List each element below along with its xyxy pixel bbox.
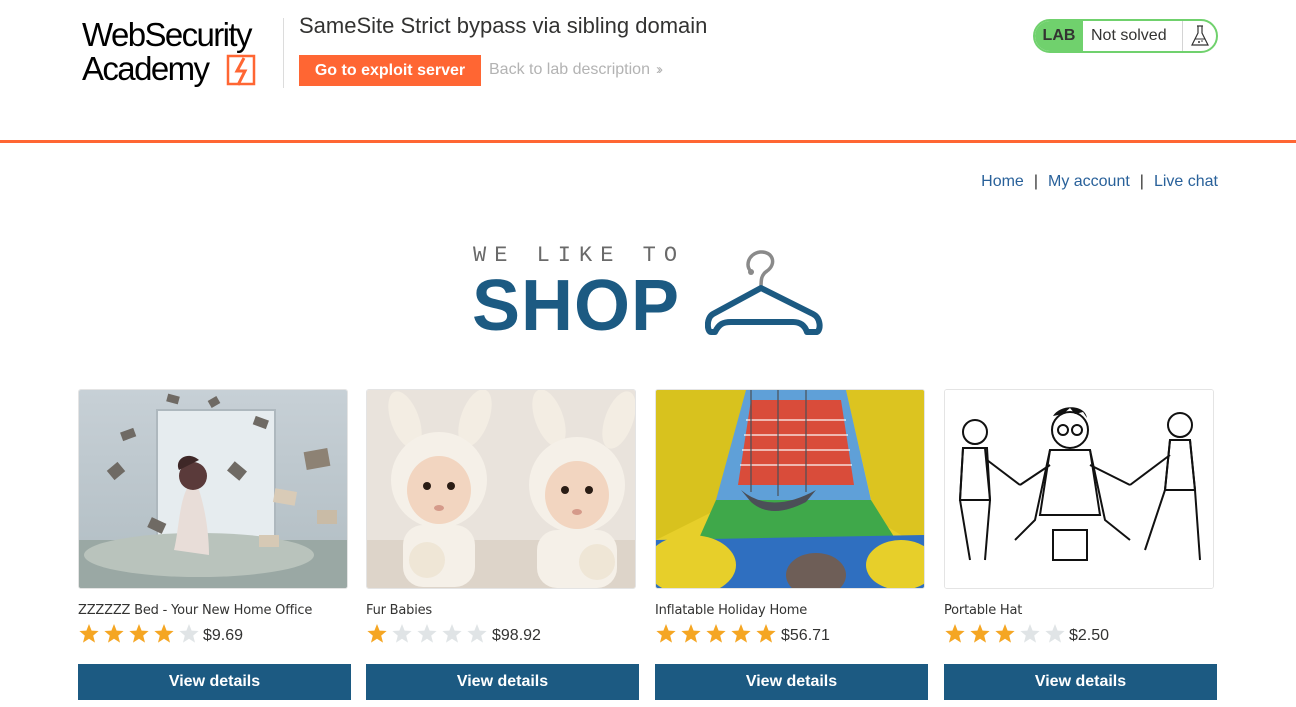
product-card: Portable Hat $2.50 View details <box>944 389 1217 700</box>
star-rating <box>944 623 1069 645</box>
star-filled-icon <box>994 623 1016 645</box>
double-chevron-right-icon: ›› <box>655 61 663 78</box>
lightning-bolt-icon <box>226 54 256 86</box>
star-filled-icon <box>730 623 752 645</box>
academy-header: WebSecurity Academy SameSite Strict bypa… <box>0 0 1296 143</box>
product-image <box>655 389 925 589</box>
lab-status-text: Not solved <box>1091 27 1167 44</box>
star-empty-icon <box>391 623 413 645</box>
star-rating <box>366 623 491 645</box>
cartoon-men-pulling-image <box>945 390 1213 588</box>
star-filled-icon <box>944 623 966 645</box>
product-card: Fur Babies $98.92 View details <box>366 389 639 700</box>
star-filled-icon <box>153 623 175 645</box>
header-divider <box>283 18 284 88</box>
product-image <box>944 389 1214 589</box>
go-to-exploit-server-button[interactable]: Go to exploit server <box>299 55 481 86</box>
view-details-button[interactable]: View details <box>655 664 928 700</box>
star-filled-icon <box>366 623 388 645</box>
web-security-academy-logo[interactable]: WebSecurity Academy <box>80 16 280 92</box>
view-details-button[interactable]: View details <box>944 664 1217 700</box>
flask-icon <box>1191 25 1209 46</box>
product-card: ZZZZZZ Bed - Your New Home Office $9.69 … <box>78 389 351 700</box>
product-price: $56.71 <box>781 627 830 644</box>
product-rating: $2.50 <box>944 623 1217 647</box>
star-filled-icon <box>128 623 150 645</box>
product-image <box>78 389 348 589</box>
star-empty-icon <box>178 623 200 645</box>
back-to-lab-description-link[interactable]: Back to lab description ›› <box>489 61 663 79</box>
view-details-button[interactable]: View details <box>78 664 351 700</box>
banner-tagline: WE LIKE TO <box>473 243 686 268</box>
coat-hanger-icon <box>705 250 823 335</box>
back-link-label: Back to lab description <box>489 61 650 78</box>
star-rating <box>655 623 780 645</box>
product-rating: $98.92 <box>366 623 639 647</box>
product-rating: $56.71 <box>655 623 928 647</box>
star-filled-icon <box>755 623 777 645</box>
star-empty-icon <box>1044 623 1066 645</box>
product-name: Inflatable Holiday Home <box>655 603 808 618</box>
nav-separator: | <box>1033 173 1038 190</box>
flask-icon-container <box>1182 21 1216 51</box>
logo-text-line2: Academy <box>82 50 210 87</box>
nav-my-account-link[interactable]: My account <box>1048 173 1130 190</box>
star-empty-icon <box>1019 623 1041 645</box>
product-name: ZZZZZZ Bed - Your New Home Office <box>78 603 313 618</box>
woman-floating-books-image <box>79 390 347 588</box>
star-rating <box>78 623 203 645</box>
star-empty-icon <box>441 623 463 645</box>
top-nav-links: Home | My account | Live chat <box>981 173 1218 191</box>
star-filled-icon <box>705 623 727 645</box>
product-name: Fur Babies <box>366 603 433 618</box>
star-filled-icon <box>78 623 100 645</box>
product-name: Portable Hat <box>944 603 1023 618</box>
banner-title: SHOP <box>472 266 681 346</box>
product-card: Inflatable Holiday Home $56.71 View deta… <box>655 389 928 700</box>
nav-home-link[interactable]: Home <box>981 173 1024 190</box>
star-filled-icon <box>680 623 702 645</box>
product-price: $98.92 <box>492 627 541 644</box>
view-details-button[interactable]: View details <box>366 664 639 700</box>
product-rating: $9.69 <box>78 623 351 647</box>
nav-live-chat-link[interactable]: Live chat <box>1154 173 1218 190</box>
star-filled-icon <box>655 623 677 645</box>
lab-badge: LAB <box>1035 21 1083 51</box>
star-filled-icon <box>969 623 991 645</box>
star-empty-icon <box>416 623 438 645</box>
babies-in-bunny-hats-image <box>367 390 635 588</box>
lab-status-widget: LAB Not solved <box>1033 19 1218 53</box>
bouncy-castle-interior-image <box>656 390 924 588</box>
star-empty-icon <box>466 623 488 645</box>
logo-text-line1: WebSecurity <box>82 16 252 53</box>
star-filled-icon <box>103 623 125 645</box>
lab-title: SameSite Strict bypass via sibling domai… <box>299 13 708 38</box>
product-price: $2.50 <box>1069 627 1110 644</box>
product-price: $9.69 <box>203 627 244 644</box>
nav-separator: | <box>1139 173 1144 190</box>
product-image <box>366 389 636 589</box>
shop-banner: WE LIKE TO SHOP <box>472 240 832 346</box>
